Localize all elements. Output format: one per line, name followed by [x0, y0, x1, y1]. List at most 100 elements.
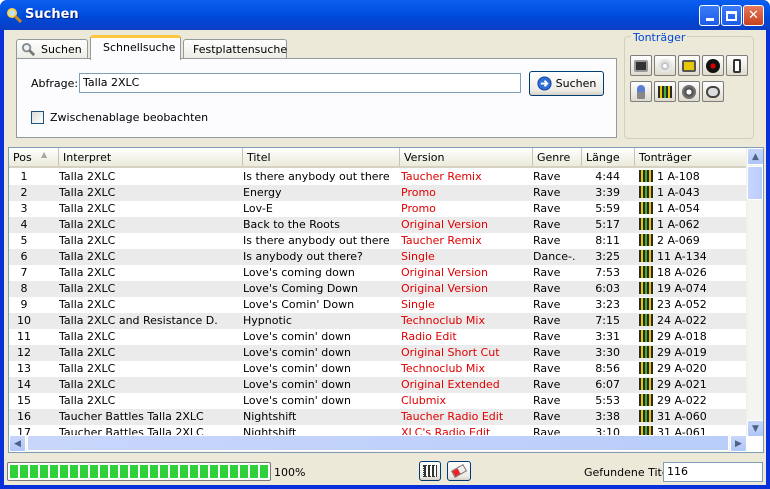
table-row[interactable]: 3 Talla 2XLC Lov-E Promo Rave 5:59 1 A-054 — [9, 201, 747, 217]
column-header-titel[interactable]: Titel — [243, 148, 400, 166]
cell-version: Original Short Cut — [401, 346, 500, 359]
medium-label: 29 A-019 — [657, 346, 707, 359]
horizontal-scroll-thumb[interactable] — [27, 435, 729, 451]
cell-interpret: Talla 2XLC — [59, 218, 116, 231]
cell-version: Clubmix — [401, 394, 446, 407]
clipboard-checkbox[interactable] — [31, 111, 44, 124]
search-icon — [7, 8, 22, 23]
table-row[interactable]: 15 Talla 2XLC Love's comin' down Clubmix Rav… — [9, 393, 747, 409]
table-row[interactable]: 2 Talla 2XLC Energy Promo Rave 3:39 1 A-043 — [9, 185, 747, 201]
cell-titel: Love's comin' down — [243, 346, 351, 359]
column-header-genre[interactable]: Genre — [533, 148, 582, 166]
title-bar[interactable]: Suchen ✕ — [0, 0, 770, 30]
scroll-up-button[interactable]: ▲ — [747, 148, 763, 165]
film-strip-icon — [639, 410, 653, 422]
cell-interpret: Talla 2XLC — [59, 234, 116, 247]
cell-genre: Rave — [533, 314, 561, 327]
medium-label: 29 A-021 — [657, 378, 707, 391]
select-all-button[interactable] — [419, 461, 441, 481]
cell-tontraeger: 29 A-022 — [639, 394, 745, 407]
query-input[interactable]: Talla 2XLC — [79, 73, 521, 93]
film-strip-icon — [639, 202, 653, 214]
microphone-button[interactable] — [630, 81, 652, 102]
chevron-right-icon: ▶ — [735, 438, 742, 449]
cell-tontraeger: 29 A-019 — [639, 346, 745, 359]
table-row[interactable]: 1 Talla 2XLC Is there anybody out there Tau… — [9, 169, 747, 185]
cell-pos: 5 — [20, 234, 28, 247]
cell-interpret: Talla 2XLC — [59, 394, 116, 407]
minimize-button[interactable] — [699, 5, 720, 26]
column-header-laenge[interactable]: Länge — [582, 148, 635, 166]
cell-laenge: 5:59 — [595, 202, 620, 215]
film-button[interactable] — [654, 81, 676, 102]
cell-tontraeger: 1 A-108 — [639, 170, 745, 183]
cd-button[interactable] — [654, 55, 676, 76]
mobile-button[interactable] — [726, 55, 748, 76]
horizontal-scrollbar[interactable]: ◀ ▶ — [9, 435, 747, 452]
film-strip-icon — [639, 346, 653, 358]
cell-pos: 11 — [17, 330, 31, 343]
table-row[interactable]: 12 Talla 2XLC Love's comin' down Original S… — [9, 345, 747, 361]
cassette-button[interactable] — [630, 55, 652, 76]
cell-genre: Rave — [533, 346, 561, 359]
medium-label: 1 A-054 — [657, 202, 700, 215]
maximize-icon — [726, 10, 737, 21]
medium-label: 31 A-060 — [657, 410, 707, 423]
tab-suchen[interactable]: Suchen — [16, 39, 88, 59]
table-row[interactable]: 5 Talla 2XLC Is there anybody out there Tau… — [9, 233, 747, 249]
scroll-right-button[interactable]: ▶ — [730, 435, 747, 452]
table-row[interactable]: 10 Talla 2XLC and Resistance D. Hypnotic Te… — [9, 313, 747, 329]
cell-interpret: Talla 2XLC — [59, 170, 116, 183]
column-header-tontraeger[interactable]: Tonträger — [635, 148, 747, 166]
clipboard-label: Zwischenablage beobachten — [50, 111, 209, 124]
video-button[interactable] — [678, 55, 700, 76]
search-button[interactable]: Suchen — [529, 71, 604, 96]
table-row[interactable]: 13 Talla 2XLC Love's comin' down Technoclub… — [9, 361, 747, 377]
film-strip-icon — [639, 266, 653, 278]
table-row[interactable]: 8 Talla 2XLC Love's Coming Down Original Ve… — [9, 281, 747, 297]
vertical-scrollbar[interactable]: ▲ ▼ — [746, 148, 763, 437]
cell-titel: Lov-E — [243, 202, 273, 215]
close-button[interactable]: ✕ — [743, 5, 764, 26]
tab-schnellsuche[interactable]: Schnellsuche — [90, 35, 181, 60]
table-row[interactable]: 6 Talla 2XLC Is anybody out there? Single Da… — [9, 249, 747, 265]
cell-laenge: 3:30 — [595, 346, 620, 359]
table-row[interactable]: 4 Talla 2XLC Back to the Roots Original Ver… — [9, 217, 747, 233]
cell-tontraeger: 31 A-060 — [639, 410, 745, 423]
cell-tontraeger: 24 A-022 — [639, 314, 745, 327]
film-strip-icon — [639, 234, 653, 246]
scroll-down-button[interactable]: ▼ — [747, 420, 763, 437]
column-header-interpret[interactable]: Interpret — [59, 148, 243, 166]
film-strip-icon — [639, 378, 653, 390]
reel-button[interactable] — [678, 81, 700, 102]
table-row[interactable]: 9 Talla 2XLC Love's Comin' Down Single Rave 3… — [9, 297, 747, 313]
cell-interpret: Talla 2XLC — [59, 298, 116, 311]
column-header-version[interactable]: Version — [400, 148, 533, 166]
cell-tontraeger: 1 A-043 — [639, 186, 745, 199]
vertical-scroll-thumb[interactable] — [747, 166, 763, 200]
maximize-button[interactable] — [721, 5, 742, 26]
cell-pos: 1 — [20, 170, 28, 183]
mobile-icon — [733, 58, 741, 73]
minidisc-button[interactable] — [702, 81, 724, 102]
cell-interpret: Talla 2XLC — [59, 250, 116, 263]
film-strip-icon — [639, 330, 653, 342]
table-row[interactable]: 16 Taucher Battles Talla 2XLC Nightshift Ta… — [9, 409, 747, 425]
vinyl-button[interactable] — [702, 55, 724, 76]
table-row[interactable]: 14 Talla 2XLC Love's comin' down Original E… — [9, 377, 747, 393]
table-row[interactable]: 7 Talla 2XLC Love's coming down Original Ve… — [9, 265, 747, 281]
cell-version: Original Version — [401, 218, 488, 231]
cell-pos: 8 — [20, 282, 28, 295]
medium-label: 23 A-052 — [657, 298, 707, 311]
clear-button[interactable] — [447, 461, 471, 481]
cell-tontraeger: 29 A-021 — [639, 378, 745, 391]
cell-pos: 15 — [17, 394, 31, 407]
scroll-left-button[interactable]: ◀ — [9, 435, 26, 452]
table-row[interactable]: 11 Talla 2XLC Love's comin' down Radio Edit… — [9, 329, 747, 345]
column-header-pos[interactable]: Pos — [9, 148, 59, 166]
tab-festplattensuche[interactable]: Festplattensuche — [183, 39, 287, 59]
cell-pos: 3 — [20, 202, 28, 215]
cell-version: Technoclub Mix — [401, 314, 485, 327]
chevron-left-icon: ◀ — [14, 438, 21, 449]
cell-titel: Energy — [243, 186, 282, 199]
